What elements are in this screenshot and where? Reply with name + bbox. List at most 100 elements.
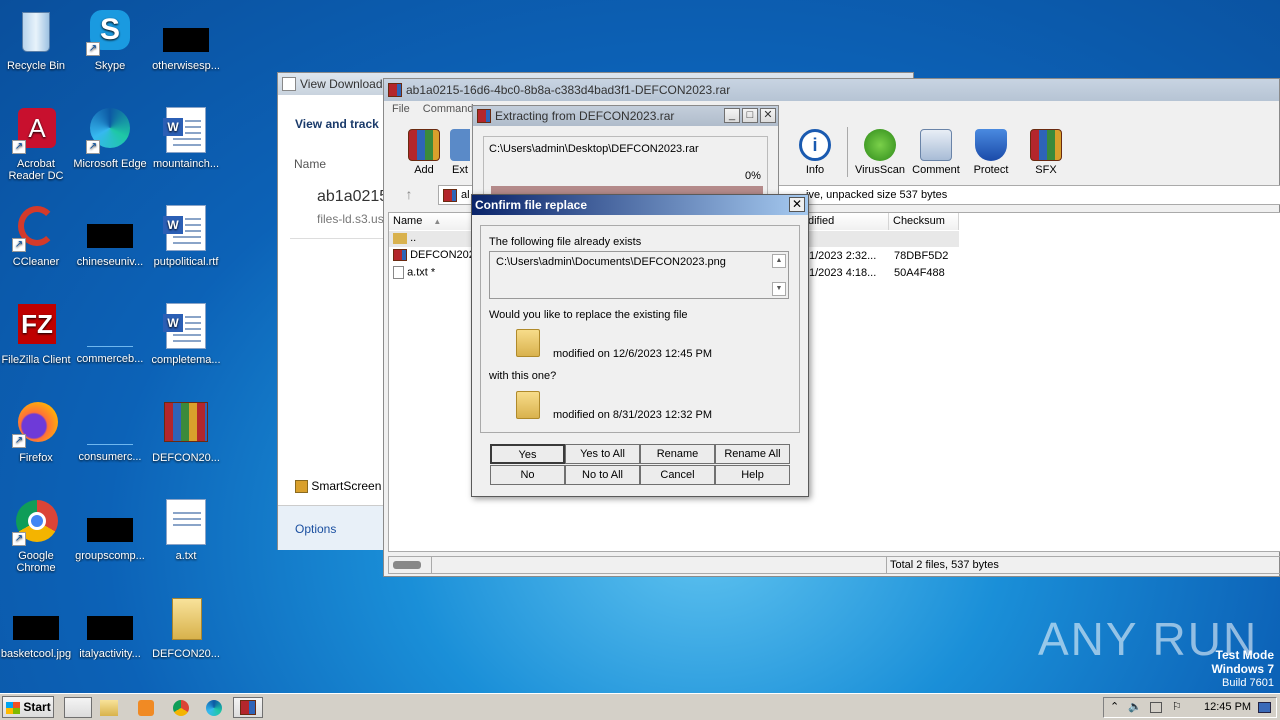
desktop-icon-ccleaner[interactable]: ↗ CCleaner [0, 204, 74, 268]
firefox-icon: ↗ [12, 400, 60, 448]
volume-icon[interactable]: 🔈 [1128, 700, 1142, 713]
minimize-button[interactable]: _ [724, 108, 740, 123]
file-thumbnail-icon [163, 28, 209, 52]
archive-icon [443, 189, 457, 202]
table-row[interactable]: .. [393, 232, 416, 244]
toolbar-add-button[interactable]: Add [398, 129, 450, 176]
winrar-icon [477, 109, 491, 123]
toolbar-separator [847, 127, 848, 177]
downloads-divider [290, 238, 385, 239]
desktop-icon-putpolitical[interactable]: W putpolitical.rtf [148, 204, 224, 268]
toolbar-sfx-button[interactable]: SFX [1020, 129, 1072, 176]
desktop-icon-defcon-rar[interactable]: DEFCON20... [148, 400, 224, 464]
desktop-icon-mountainch[interactable]: W mountainch... [148, 106, 224, 170]
folder-icon [516, 329, 540, 357]
taskbar-winrar-button[interactable] [233, 697, 263, 718]
yes-button[interactable]: Yes [490, 444, 565, 464]
toolbar-extract-button[interactable]: Ext [450, 129, 470, 176]
desktop-icon-otherwisesp[interactable]: otherwisesp... [148, 8, 224, 72]
confirm-titlebar[interactable]: Confirm file replace ✕ [472, 195, 808, 215]
desktop-icon-basketcool[interactable]: basketcool.jpg [0, 596, 74, 660]
toolbar-info-button[interactable]: i Info [789, 129, 841, 176]
desktop-icon-defcon-folder[interactable]: DEFCON20... [148, 596, 224, 660]
table-row[interactable]: a.txt * [393, 266, 435, 279]
desktop-icon-a-txt[interactable]: a.txt [148, 498, 224, 562]
table-row[interactable]: DEFCON202 [393, 249, 475, 262]
toolbar-virusscan-button[interactable]: VirusScan [853, 129, 907, 176]
extracting-titlebar[interactable]: Extracting from DEFCON2023.rar _ □ ✕ [473, 106, 778, 126]
extract-percent: 0% [745, 170, 761, 182]
help-button[interactable]: Help [715, 465, 790, 485]
file-path-box: C:\Users\admin\Documents\DEFCON2023.png … [489, 251, 789, 299]
extract-path: C:\Users\admin\Desktop\DEFCON2023.rar [489, 143, 699, 155]
desktop-icon-italyactivity[interactable]: italyactivity... [72, 596, 148, 660]
rename-button[interactable]: Rename [640, 444, 715, 464]
status-bar: Total 2 files, 537 bytes [388, 556, 1280, 574]
up-button[interactable]: ↑ [392, 183, 426, 205]
desktop-icon-chrome[interactable]: ↗ Google Chrome [0, 498, 74, 574]
cell-checksum: 78DBF5D2 [894, 250, 949, 262]
no-button[interactable]: No [490, 465, 565, 485]
ie-icon [282, 77, 296, 91]
column-header-checksum[interactable]: Checksum [889, 213, 959, 230]
desktop-icon-firefox[interactable]: ↗ Firefox [0, 400, 74, 464]
start-button[interactable]: Start [2, 696, 54, 718]
desktop-icon-acrobat[interactable]: A ↗ Acrobat Reader DC [0, 106, 74, 182]
winrar-icon [240, 700, 256, 715]
desktop-icon-completema[interactable]: W completema... [148, 302, 224, 366]
network-icon[interactable] [1150, 702, 1162, 713]
taskbar-chrome-icon[interactable] [173, 700, 189, 716]
scroll-up-button[interactable]: ▲ [772, 254, 786, 268]
test-mode-text: Test Mode Windows 7 Build 7601 [1211, 648, 1274, 689]
desktop-icon-commerceb[interactable]: commerceb... [72, 302, 148, 365]
close-button[interactable]: ✕ [760, 108, 776, 123]
taskbar-ie-icon[interactable] [64, 697, 92, 718]
yes-to-all-button[interactable]: Yes to All [565, 444, 640, 464]
taskbar-edge-icon[interactable] [206, 700, 222, 716]
word-doc-icon: W [163, 107, 206, 153]
show-hidden-icons-icon[interactable]: ⌃ [1110, 700, 1119, 713]
options-button[interactable]: Options [295, 522, 336, 536]
desktop-icon-consumerc[interactable]: consumerc... [72, 400, 148, 463]
no-to-all-button[interactable]: No to All [565, 465, 640, 485]
downloads-heading: View and track [295, 117, 379, 131]
file-thumbnail-icon [87, 518, 133, 542]
maximize-button[interactable]: □ [742, 108, 758, 123]
taskbar-explorer-icon[interactable] [100, 700, 118, 716]
column-header-modified[interactable]: dified [804, 213, 889, 230]
virusscan-icon [864, 129, 896, 161]
folder-icon [516, 391, 540, 419]
close-button[interactable]: ✕ [789, 197, 805, 212]
rename-all-button[interactable]: Rename All [715, 444, 790, 464]
winrar-titlebar[interactable]: ab1a0215-16d6-4bc0-8b8a-c383d4bad3f1-DEF… [384, 79, 1279, 101]
exists-text: The following file already exists [489, 236, 642, 248]
desktop-icon-groupscomp[interactable]: groupscomp... [72, 498, 148, 562]
desktop-icon-chineseuniv[interactable]: chineseuniv... [72, 204, 148, 268]
taskbar: Start ⌃ 🔈 ⚐ 12:45 PM [0, 693, 1280, 720]
sort-arrow-icon: ▲ [433, 217, 442, 226]
folder-up-icon [393, 232, 407, 244]
taskbar-media-player-icon[interactable] [138, 700, 154, 716]
file-thumbnail-icon [87, 346, 133, 347]
flag-icon[interactable]: ⚐ [1172, 700, 1182, 713]
recycle-bin-icon [12, 8, 60, 56]
clock[interactable]: 12:45 PM [1204, 701, 1251, 713]
toolbar-protect-button[interactable]: Protect [965, 129, 1017, 176]
show-desktop-icon[interactable] [1258, 702, 1271, 713]
sfx-icon [1030, 129, 1062, 161]
desktop-icon-filezilla[interactable]: FZ FileZilla Client [0, 302, 74, 366]
ccleaner-icon: ↗ [12, 204, 60, 252]
toolbar-comment-button[interactable]: Comment [910, 129, 962, 176]
cancel-button[interactable]: Cancel [640, 465, 715, 485]
winrar-menubar: File Commands [392, 103, 479, 115]
menu-commands[interactable]: Commands [423, 103, 479, 115]
desktop-icon-edge[interactable]: ↗ Microsoft Edge [72, 106, 148, 170]
info-icon: i [799, 129, 831, 161]
download-item-name[interactable]: ab1a0215 [317, 188, 388, 206]
smartscreen-link[interactable]: SmartScreen [295, 479, 381, 494]
desktop-icon-skype[interactable]: S ↗ Skype [72, 8, 148, 72]
status-divider [886, 557, 887, 573]
scroll-down-button[interactable]: ▼ [772, 282, 786, 296]
desktop-icon-recycle-bin[interactable]: Recycle Bin [0, 8, 74, 72]
menu-file[interactable]: File [392, 103, 410, 115]
